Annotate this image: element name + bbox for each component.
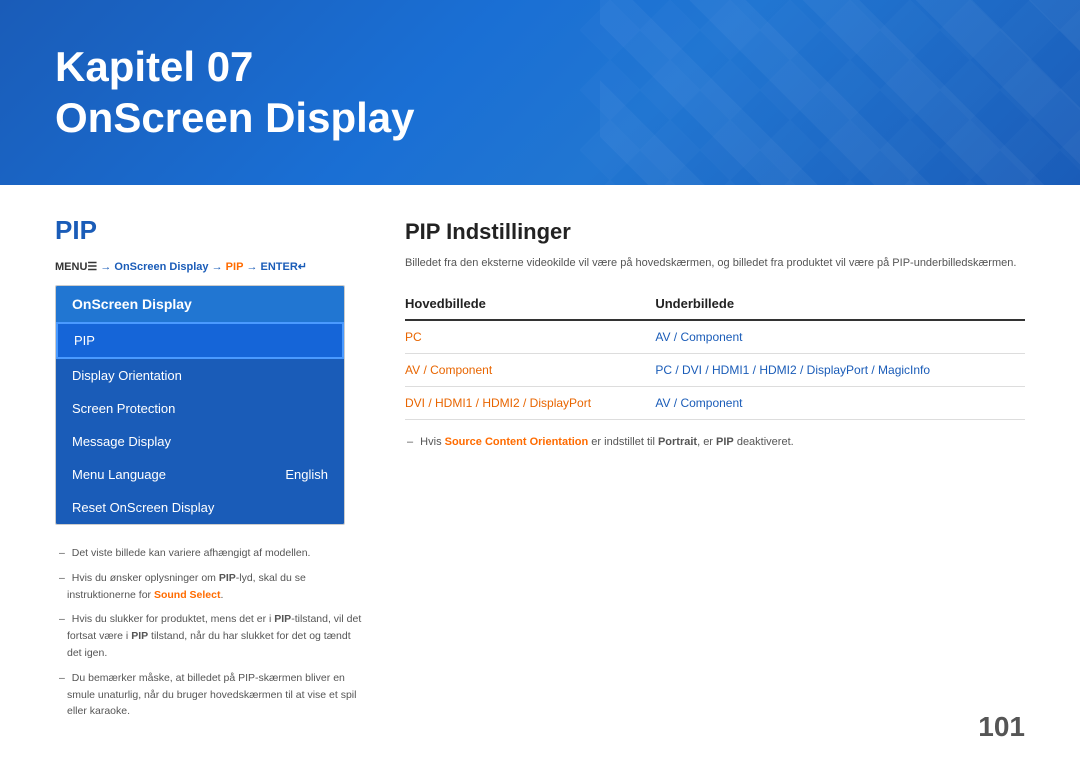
pip-section-title: PIP <box>55 215 365 246</box>
table-row: AV / Component PC / DVI / HDMI1 / HDMI2 … <box>405 353 1025 386</box>
col-header-sub: Underbillede <box>655 290 1025 320</box>
menu-item-menu-language[interactable]: Menu Language English <box>56 458 344 491</box>
menu-item-reset-osd[interactable]: Reset OnScreen Display <box>56 491 344 524</box>
note-3: Hvis du slukker for produktet, mens det … <box>55 611 365 661</box>
table-cell: AV / Component <box>405 353 655 386</box>
note-1: Det viste billede kan variere afhængigt … <box>55 545 365 562</box>
osd-menu-items-list: PIP Display Orientation Screen Protectio… <box>56 322 344 524</box>
chapter-line2: OnScreen Display <box>55 94 414 141</box>
table-cell: AV / Component <box>655 320 1025 354</box>
menu-item-display-orientation[interactable]: Display Orientation <box>56 359 344 392</box>
col-header-main: Hovedbillede <box>405 290 655 320</box>
pip-settings-title: PIP Indstillinger <box>405 219 1025 245</box>
header-banner: Kapitel 07 OnScreen Display <box>0 0 1080 185</box>
main-content: PIP MENU☰ → OnScreen Display → PIP → ENT… <box>0 185 1080 763</box>
chapter-title: Kapitel 07 OnScreen Display <box>55 42 414 143</box>
menu-item-message-display[interactable]: Message Display <box>56 425 344 458</box>
pip-link: PIP <box>226 261 244 273</box>
osd-menu-header: OnScreen Display <box>56 286 344 322</box>
table-row: PC AV / Component <box>405 320 1025 354</box>
right-column: PIP Indstillinger Billedet fra den ekste… <box>405 215 1025 743</box>
pip-table: Hovedbillede Underbillede PC AV / Compon… <box>405 290 1025 420</box>
diamond-pattern-decoration <box>580 0 1080 185</box>
pip-description: Billedet fra den eksterne videokilde vil… <box>405 255 1025 272</box>
menu-prefix: MENU☰ <box>55 261 97 273</box>
table-cell: AV / Component <box>655 386 1025 419</box>
notes-section: Det viste billede kan variere afhængigt … <box>55 545 365 720</box>
table-cell: PC / DVI / HDMI1 / HDMI2 / DisplayPort /… <box>655 353 1025 386</box>
menu-path: MENU☰ → OnScreen Display → PIP → ENTER↵ <box>55 260 365 273</box>
left-column: PIP MENU☰ → OnScreen Display → PIP → ENT… <box>55 215 365 743</box>
table-cell: PC <box>405 320 655 354</box>
page-number: 101 <box>978 711 1025 743</box>
header-text-block: Kapitel 07 OnScreen Display <box>55 42 414 143</box>
table-row: DVI / HDMI1 / HDMI2 / DisplayPort AV / C… <box>405 386 1025 419</box>
menu-item-pip[interactable]: PIP <box>56 322 344 359</box>
chapter-line1: Kapitel 07 <box>55 43 253 90</box>
table-cell: DVI / HDMI1 / HDMI2 / DisplayPort <box>405 386 655 419</box>
menu-item-screen-protection[interactable]: Screen Protection <box>56 392 344 425</box>
osd-menu-box: OnScreen Display PIP Display Orientation… <box>55 285 345 525</box>
table-header-row: Hovedbillede Underbillede <box>405 290 1025 320</box>
table-note: Hvis Source Content Orientation er indst… <box>405 436 1025 448</box>
note-2: Hvis du ønsker oplysninger om PIP-lyd, s… <box>55 570 365 604</box>
note-4: Du bemærker måske, at billedet på PIP-sk… <box>55 670 365 720</box>
